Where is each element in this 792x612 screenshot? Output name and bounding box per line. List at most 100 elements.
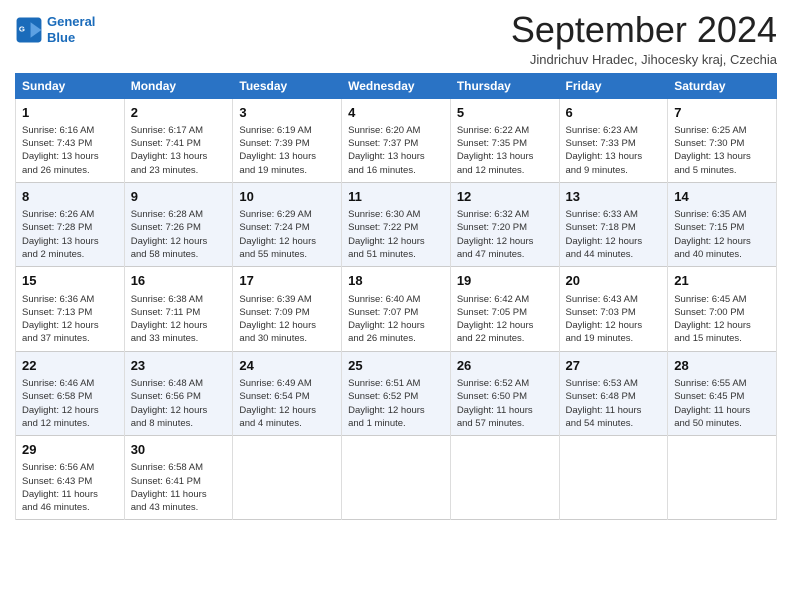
calendar-body: 1Sunrise: 6:16 AM Sunset: 7:43 PM Daylig… <box>16 98 777 520</box>
calendar-cell: 29 Sunrise: 6:56 AM Sunset: 6:43 PM Dayli… <box>16 436 125 520</box>
calendar-cell <box>450 436 559 520</box>
calendar-cell: 16Sunrise: 6:38 AM Sunset: 7:11 PM Dayli… <box>124 267 233 351</box>
day-number: 13 <box>566 188 662 206</box>
day-number: 30 <box>131 441 227 459</box>
day-number: 6 <box>566 104 662 122</box>
day-info: Sunrise: 6:38 AM Sunset: 7:11 PM Dayligh… <box>131 293 227 346</box>
day-number: 27 <box>566 357 662 375</box>
calendar-cell: 19Sunrise: 6:42 AM Sunset: 7:05 PM Dayli… <box>450 267 559 351</box>
calendar-cell: 18Sunrise: 6:40 AM Sunset: 7:07 PM Dayli… <box>342 267 451 351</box>
day-info: Sunrise: 6:19 AM Sunset: 7:39 PM Dayligh… <box>239 124 335 177</box>
calendar-cell: 15 Sunrise: 6:36 AM Sunset: 7:13 PM Dayli… <box>16 267 125 351</box>
calendar-cell: 14 Sunrise: 6:35 AM Sunset: 7:15 PM Dayli… <box>668 182 777 266</box>
day-number: 23 <box>131 357 227 375</box>
calendar-week-5: 29 Sunrise: 6:56 AM Sunset: 6:43 PM Dayli… <box>16 436 777 520</box>
day-info: Sunrise: 6:36 AM Sunset: 7:13 PM Dayligh… <box>22 293 118 346</box>
title-block: September 2024 Jindrichuv Hradec, Jihoce… <box>511 10 777 67</box>
day-info: Sunrise: 6:25 AM Sunset: 7:30 PM Dayligh… <box>674 124 770 177</box>
calendar-cell: 5 Sunrise: 6:22 AM Sunset: 7:35 PM Daylig… <box>450 98 559 182</box>
calendar-cell: 11 Sunrise: 6:30 AM Sunset: 7:22 PM Dayli… <box>342 182 451 266</box>
calendar-cell: 26Sunrise: 6:52 AM Sunset: 6:50 PM Dayli… <box>450 351 559 435</box>
day-info: Sunrise: 6:22 AM Sunset: 7:35 PM Dayligh… <box>457 124 553 177</box>
day-info: Sunrise: 6:16 AM Sunset: 7:43 PM Dayligh… <box>22 124 118 177</box>
calendar-cell: 30 Sunrise: 6:58 AM Sunset: 6:41 PM Dayli… <box>124 436 233 520</box>
day-number: 11 <box>348 188 444 206</box>
logo-icon: G <box>15 16 43 44</box>
calendar-cell: 22 Sunrise: 6:46 AM Sunset: 6:58 PM Dayli… <box>16 351 125 435</box>
day-info: Sunrise: 6:32 AM Sunset: 7:20 PM Dayligh… <box>457 208 553 261</box>
calendar-cell: 6 Sunrise: 6:23 AM Sunset: 7:33 PM Daylig… <box>559 98 668 182</box>
calendar-cell: 12 Sunrise: 6:32 AM Sunset: 7:20 PM Dayli… <box>450 182 559 266</box>
logo-line2: Blue <box>47 30 75 45</box>
day-number: 9 <box>131 188 227 206</box>
weekday-header-friday: Friday <box>559 73 668 98</box>
calendar-cell: 8 Sunrise: 6:26 AM Sunset: 7:28 PM Daylig… <box>16 182 125 266</box>
day-info: Sunrise: 6:43 AM Sunset: 7:03 PM Dayligh… <box>566 293 662 346</box>
calendar-cell: 2Sunrise: 6:17 AM Sunset: 7:41 PM Daylig… <box>124 98 233 182</box>
day-info: Sunrise: 6:17 AM Sunset: 7:41 PM Dayligh… <box>131 124 227 177</box>
calendar-cell: 1Sunrise: 6:16 AM Sunset: 7:43 PM Daylig… <box>16 98 125 182</box>
calendar-cell: 10 Sunrise: 6:29 AM Sunset: 7:24 PM Dayli… <box>233 182 342 266</box>
day-info: Sunrise: 6:40 AM Sunset: 7:07 PM Dayligh… <box>348 293 444 346</box>
logo-line1: General <box>47 14 95 29</box>
weekday-header-wednesday: Wednesday <box>342 73 451 98</box>
day-info: Sunrise: 6:46 AM Sunset: 6:58 PM Dayligh… <box>22 377 118 430</box>
weekday-header-tuesday: Tuesday <box>233 73 342 98</box>
calendar-week-4: 22 Sunrise: 6:46 AM Sunset: 6:58 PM Dayli… <box>16 351 777 435</box>
day-number: 12 <box>457 188 553 206</box>
calendar-week-3: 15 Sunrise: 6:36 AM Sunset: 7:13 PM Dayli… <box>16 267 777 351</box>
weekday-header-sunday: Sunday <box>16 73 125 98</box>
day-number: 24 <box>239 357 335 375</box>
day-info: Sunrise: 6:45 AM Sunset: 7:00 PM Dayligh… <box>674 293 770 346</box>
day-number: 5 <box>457 104 553 122</box>
calendar-cell: 28 Sunrise: 6:55 AM Sunset: 6:45 PM Dayli… <box>668 351 777 435</box>
day-info: Sunrise: 6:29 AM Sunset: 7:24 PM Dayligh… <box>239 208 335 261</box>
calendar-cell: 21Sunrise: 6:45 AM Sunset: 7:00 PM Dayli… <box>668 267 777 351</box>
page-header: G General Blue September 2024 Jindrichuv… <box>15 10 777 67</box>
day-info: Sunrise: 6:53 AM Sunset: 6:48 PM Dayligh… <box>566 377 662 430</box>
calendar-cell <box>342 436 451 520</box>
day-info: Sunrise: 6:28 AM Sunset: 7:26 PM Dayligh… <box>131 208 227 261</box>
calendar-cell: 24 Sunrise: 6:49 AM Sunset: 6:54 PM Dayli… <box>233 351 342 435</box>
day-info: Sunrise: 6:42 AM Sunset: 7:05 PM Dayligh… <box>457 293 553 346</box>
day-number: 29 <box>22 441 118 459</box>
calendar-cell: 3Sunrise: 6:19 AM Sunset: 7:39 PM Daylig… <box>233 98 342 182</box>
calendar-cell: 17 Sunrise: 6:39 AM Sunset: 7:09 PM Dayli… <box>233 267 342 351</box>
month-title: September 2024 <box>511 10 777 50</box>
day-number: 8 <box>22 188 118 206</box>
weekday-header-monday: Monday <box>124 73 233 98</box>
calendar-cell: 4Sunrise: 6:20 AM Sunset: 7:37 PM Daylig… <box>342 98 451 182</box>
svg-text:G: G <box>19 24 25 33</box>
day-number: 22 <box>22 357 118 375</box>
day-info: Sunrise: 6:39 AM Sunset: 7:09 PM Dayligh… <box>239 293 335 346</box>
day-info: Sunrise: 6:30 AM Sunset: 7:22 PM Dayligh… <box>348 208 444 261</box>
day-number: 26 <box>457 357 553 375</box>
day-info: Sunrise: 6:35 AM Sunset: 7:15 PM Dayligh… <box>674 208 770 261</box>
day-number: 14 <box>674 188 770 206</box>
day-info: Sunrise: 6:23 AM Sunset: 7:33 PM Dayligh… <box>566 124 662 177</box>
day-info: Sunrise: 6:49 AM Sunset: 6:54 PM Dayligh… <box>239 377 335 430</box>
day-info: Sunrise: 6:26 AM Sunset: 7:28 PM Dayligh… <box>22 208 118 261</box>
day-info: Sunrise: 6:48 AM Sunset: 6:56 PM Dayligh… <box>131 377 227 430</box>
calendar-cell <box>559 436 668 520</box>
day-number: 17 <box>239 272 335 290</box>
day-number: 20 <box>566 272 662 290</box>
calendar-cell <box>668 436 777 520</box>
day-info: Sunrise: 6:56 AM Sunset: 6:43 PM Dayligh… <box>22 461 118 514</box>
calendar-cell <box>233 436 342 520</box>
weekday-header-saturday: Saturday <box>668 73 777 98</box>
day-info: Sunrise: 6:58 AM Sunset: 6:41 PM Dayligh… <box>131 461 227 514</box>
day-info: Sunrise: 6:51 AM Sunset: 6:52 PM Dayligh… <box>348 377 444 430</box>
day-info: Sunrise: 6:55 AM Sunset: 6:45 PM Dayligh… <box>674 377 770 430</box>
day-number: 15 <box>22 272 118 290</box>
day-info: Sunrise: 6:33 AM Sunset: 7:18 PM Dayligh… <box>566 208 662 261</box>
day-number: 7 <box>674 104 770 122</box>
day-info: Sunrise: 6:20 AM Sunset: 7:37 PM Dayligh… <box>348 124 444 177</box>
calendar-cell: 25Sunrise: 6:51 AM Sunset: 6:52 PM Dayli… <box>342 351 451 435</box>
day-number: 28 <box>674 357 770 375</box>
calendar-week-1: 1Sunrise: 6:16 AM Sunset: 7:43 PM Daylig… <box>16 98 777 182</box>
calendar-cell: 7 Sunrise: 6:25 AM Sunset: 7:30 PM Daylig… <box>668 98 777 182</box>
day-number: 10 <box>239 188 335 206</box>
calendar-cell: 27 Sunrise: 6:53 AM Sunset: 6:48 PM Dayli… <box>559 351 668 435</box>
calendar-cell: 23 Sunrise: 6:48 AM Sunset: 6:56 PM Dayli… <box>124 351 233 435</box>
